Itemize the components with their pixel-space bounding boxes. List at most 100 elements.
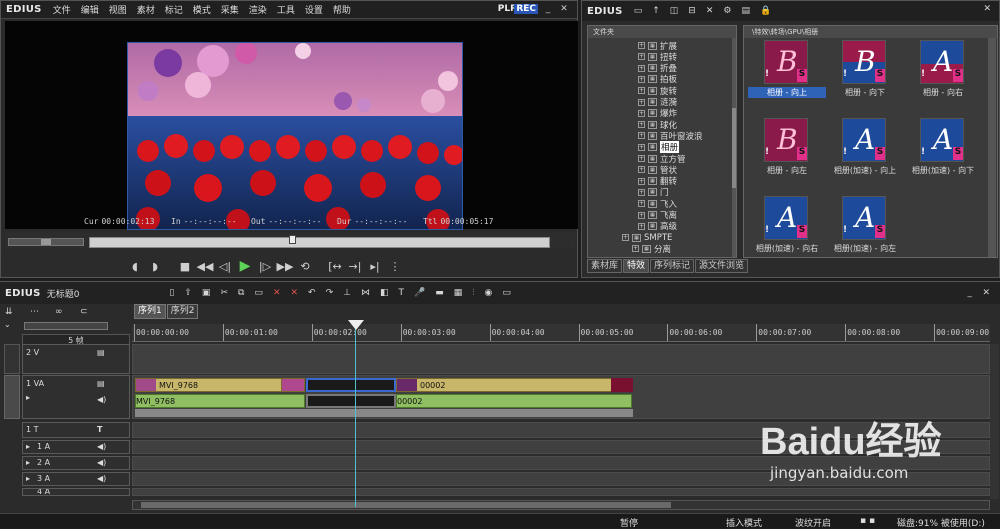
track-patch-2v[interactable] — [4, 344, 20, 374]
grid-scrollbar[interactable] — [988, 38, 996, 257]
mark-in-icon[interactable]: ◖ — [125, 257, 145, 275]
tl-close-icon[interactable]: ✕ — [982, 288, 990, 298]
tab-sequence-markers[interactable]: 序列标记 — [650, 259, 695, 273]
redo-icon[interactable]: ↷ — [326, 288, 334, 298]
tab-source-browser[interactable]: 源文件浏览 — [695, 259, 749, 273]
delete-clip-icon[interactable]: ✕ — [273, 288, 281, 298]
speaker-icon[interactable]: ◀) — [97, 458, 106, 467]
overwrite-icon[interactable]: →| — [345, 257, 365, 275]
effect-thumbnail-label[interactable]: 相册 - 向上 — [748, 87, 826, 98]
effect-thumbnail-label[interactable]: 相册(加速) - 向上 — [826, 165, 904, 176]
effect-thumbnail-label[interactable]: 相册(加速) - 向下 — [904, 165, 982, 176]
shuttle-handle[interactable] — [41, 239, 51, 245]
link-icon[interactable]: ⋈ — [361, 288, 370, 298]
add-clip-icon[interactable]: ⊥ — [343, 288, 351, 298]
step-back-icon[interactable]: ◁| — [215, 257, 235, 275]
delete-icon[interactable]: ✕ — [706, 6, 714, 16]
tab-bin[interactable]: 素材库 — [587, 259, 623, 273]
menu-settings[interactable]: 设置 — [305, 3, 323, 16]
collapse-icon[interactable]: ⌄ — [4, 320, 20, 330]
expand-icon[interactable]: + — [638, 188, 645, 196]
properties-icon[interactable]: ⚙ — [723, 6, 731, 16]
zoom-slider[interactable] — [24, 322, 108, 330]
group-icon[interactable]: ⊂ — [80, 307, 88, 317]
open-project-icon[interactable]: ⇧ — [184, 288, 192, 298]
effect-thumbnail-label[interactable]: 相册(加速) - 向左 — [826, 243, 904, 254]
rewind-icon[interactable]: ◀◀ — [195, 257, 215, 275]
speaker-icon[interactable]: ◀) — [97, 395, 106, 404]
tl-minimize-icon[interactable]: _ — [968, 288, 973, 298]
expand-icon[interactable]: + — [638, 155, 645, 162]
menu-tools[interactable]: 工具 — [277, 3, 295, 16]
track-video-icon[interactable]: ▤ — [97, 379, 105, 388]
speaker-icon[interactable]: ◀) — [97, 442, 106, 451]
expand-icon[interactable]: + — [638, 98, 645, 106]
expand-icon[interactable]: + — [622, 234, 629, 242]
tab-effects[interactable]: 特效 — [623, 259, 650, 273]
tab-sequence1[interactable]: 序列1 — [134, 304, 166, 319]
tree-scrollbar[interactable] — [732, 38, 736, 257]
step-forward-icon[interactable]: |▷ — [255, 257, 275, 275]
track-header-1va[interactable]: 1 VA ▤ ◀) ▸ — [22, 375, 130, 419]
track-video-icon[interactable]: ▤ — [97, 348, 105, 357]
audio-mixer-icon[interactable]: ⫶ — [472, 288, 474, 298]
effect-thumbnail[interactable]: A S! — [764, 196, 808, 240]
paste-icon[interactable]: ▭ — [254, 288, 263, 298]
expand-icon[interactable]: + — [638, 121, 645, 129]
video-clip-a[interactable]: MVI_9768 — [135, 378, 305, 392]
save-icon[interactable]: ▣ — [202, 288, 211, 298]
track-area-1va[interactable]: MVI_9768 00002 MVI_9768 00002 — [132, 375, 990, 419]
minimize-icon[interactable]: _ — [543, 4, 553, 14]
menu-marker[interactable]: 标记 — [165, 3, 183, 16]
view-icon[interactable]: ▤ — [741, 6, 750, 16]
tree-item[interactable]: + ▦ 爆炸 — [638, 108, 677, 119]
track-header-4a[interactable]: 4 A — [22, 488, 130, 496]
track-header-2a[interactable]: ▸ 2 A ◀) — [22, 456, 130, 470]
effect-thumbnail-label[interactable]: 相册 - 向下 — [826, 87, 904, 98]
tree-item[interactable]: + ▦ 管状 — [638, 164, 677, 176]
expand-icon[interactable]: + — [638, 166, 645, 174]
position-handle[interactable] — [289, 235, 296, 244]
expand-icon[interactable]: + — [638, 177, 645, 185]
tree-item[interactable]: + ▦ 涟漪 — [638, 97, 677, 108]
cut-icon[interactable]: ✂ — [220, 288, 228, 298]
tree-item[interactable]: + ▦ 百叶窗波浪 — [638, 130, 703, 142]
track-header-1t[interactable]: 1 T T — [22, 422, 130, 438]
loop-icon[interactable]: ⟲ — [295, 257, 315, 275]
effect-thumbnail[interactable]: B S! — [764, 40, 808, 84]
menu-mode[interactable]: 模式 — [193, 3, 211, 16]
expand-icon[interactable]: + — [632, 245, 639, 253]
tree-item[interactable]: + ▦ 高级 — [638, 221, 677, 232]
expand-icon[interactable]: ▸ — [26, 393, 30, 402]
tree-item[interactable]: + ▦ 相册 — [638, 141, 680, 154]
layout-icon[interactable]: ▭ — [502, 288, 511, 298]
ripple-delete-icon[interactable]: ✕ — [290, 288, 298, 298]
tree-item[interactable]: + ▦ 飞入 — [638, 198, 677, 210]
tree-item[interactable]: + ▦ 立方管 — [638, 153, 686, 165]
stop-icon[interactable]: ■ — [175, 257, 195, 275]
lock-icon[interactable]: 🔒 — [760, 6, 771, 16]
track-header-1a[interactable]: ▸ 1 A ◀) — [22, 440, 130, 454]
status-insert-mode[interactable]: 插入模式 — [726, 516, 762, 529]
effect-thumbnail[interactable]: B S! — [764, 118, 808, 162]
menu-edit[interactable]: 编辑 — [81, 3, 99, 16]
expand-icon[interactable]: + — [638, 53, 645, 61]
effect-thumbnail[interactable]: A S! — [920, 118, 964, 162]
mark-out-icon[interactable]: ◗ — [145, 257, 165, 275]
trim-icon[interactable]: ▸| — [365, 257, 385, 275]
tree-item[interactable]: + ▦ 翻转 — [638, 176, 677, 187]
tree-item[interactable]: + ▦ 扭转 — [638, 51, 677, 63]
playhead-marker[interactable] — [348, 320, 364, 330]
track-mode-icon[interactable]: ⇊ — [5, 307, 13, 317]
hscroll-thumb[interactable] — [141, 502, 671, 508]
track-header-2v[interactable]: 2 V ▤ — [22, 344, 130, 374]
shuttle-slider[interactable] — [8, 238, 84, 246]
tree-item[interactable]: + ▦ SMPTE — [622, 232, 672, 243]
expand-icon[interactable]: + — [638, 64, 645, 72]
expand-icon[interactable]: + — [638, 200, 645, 208]
track-header-3a[interactable]: ▸ 3 A ◀) — [22, 472, 130, 486]
bin-close-icon[interactable]: ✕ — [983, 4, 991, 14]
menu-file[interactable]: 文件 — [53, 3, 71, 16]
tree-item[interactable]: + ▦ 拍板 — [638, 74, 677, 85]
tree-item[interactable]: + ▦ 扩展 — [638, 40, 677, 52]
